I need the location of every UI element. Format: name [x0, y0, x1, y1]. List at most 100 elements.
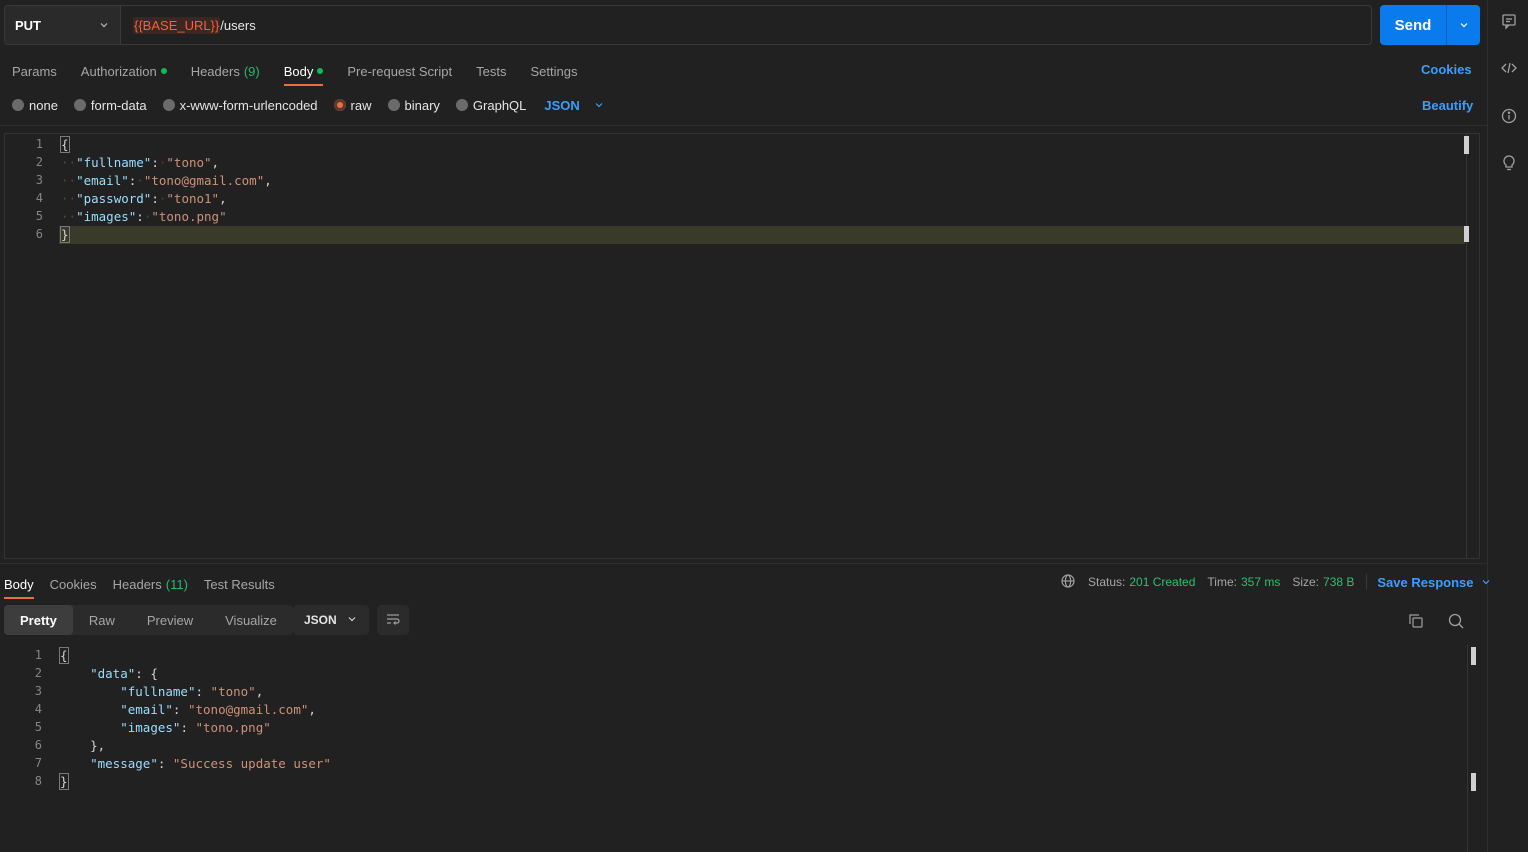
copy-icon[interactable]	[1407, 612, 1425, 630]
radio-graphql[interactable]: GraphQL	[455, 98, 526, 113]
response-tab-body[interactable]: Body	[4, 571, 34, 599]
tab-authorization[interactable]: Authorization	[81, 58, 167, 84]
response-tab-headers[interactable]: Headers (11)	[113, 571, 188, 597]
response-status-bar: Status: 201 Created Time: 357 ms Size: 738 …	[1060, 573, 1491, 591]
code-line: }	[60, 226, 70, 243]
code-line: "message": "Success update user"	[90, 756, 331, 771]
tab-tests[interactable]: Tests	[476, 58, 506, 84]
radio-circle	[162, 99, 175, 111]
comment-icon[interactable]	[1500, 12, 1518, 30]
line-number: 5	[35, 209, 43, 223]
cookies-link[interactable]: Cookies	[1421, 62, 1472, 77]
response-tab-cookies[interactable]: Cookies	[50, 571, 97, 597]
json-trail: ,	[308, 702, 316, 717]
json-trail: ,	[264, 173, 272, 188]
chevron-down-icon	[347, 613, 357, 627]
right-sidebar	[1487, 0, 1528, 852]
line-number: 5	[34, 720, 42, 734]
view-mode-preview[interactable]: Preview	[131, 605, 209, 635]
radio-label: x-www-form-urlencoded	[179, 97, 318, 113]
radio-none[interactable]: none	[12, 98, 58, 113]
json-value: "Success update user"	[172, 756, 331, 771]
line-number: 1	[35, 137, 43, 151]
response-format-select[interactable]: JSON	[293, 605, 369, 635]
scrollbar-marker	[1471, 773, 1476, 791]
tab-settings[interactable]: Settings	[530, 58, 577, 84]
view-mode-visualize[interactable]: Visualize	[209, 605, 293, 635]
line-number: 4	[35, 191, 43, 205]
tab-headers[interactable]: Headers (9)	[191, 58, 260, 84]
time-value[interactable]: 357 ms	[1241, 575, 1280, 589]
method-select[interactable]: PUT	[5, 6, 121, 44]
status-label: Status:	[1088, 575, 1126, 589]
view-mode-pretty[interactable]: Pretty	[4, 605, 73, 635]
radio-x-www-form-urlencoded[interactable]: x-www-form-urlencoded	[162, 97, 318, 113]
response-tab-test-results[interactable]: Test Results	[204, 571, 275, 597]
tab-label: Params	[12, 63, 57, 79]
beautify-button[interactable]: Beautify	[1422, 98, 1473, 113]
json-key: "email"	[120, 702, 173, 717]
info-icon[interactable]	[1500, 107, 1518, 125]
size-label: Size:	[1292, 575, 1320, 589]
language-label: JSON	[544, 97, 580, 113]
body-language-select[interactable]: JSON	[544, 98, 603, 113]
code-line: ··"images":·"tono.png"	[61, 209, 227, 224]
send-button[interactable]: Send	[1380, 5, 1447, 45]
line-number: 6	[35, 227, 43, 241]
radio-circle	[12, 99, 24, 111]
response-body-viewer[interactable]: 1 2 3 4 5 6 7 8 { "data": { "fullname": …	[4, 645, 1480, 852]
send-options-button[interactable]	[1447, 5, 1480, 45]
viewer-scrollbar[interactable]	[1467, 645, 1468, 852]
scrollbar-thumb[interactable]	[1471, 647, 1476, 665]
close-brace: }	[59, 773, 69, 790]
tab-label: Body	[283, 63, 314, 79]
url-bar: PUT {{BASE_URL}}/users	[4, 5, 1372, 45]
divider	[0, 563, 1487, 564]
chevron-down-icon	[1459, 18, 1469, 33]
open-brace: {	[60, 136, 70, 153]
code-line: "images": "tono.png"	[120, 720, 271, 735]
tab-body[interactable]: Body	[283, 58, 324, 86]
globe-icon[interactable]	[1060, 573, 1076, 592]
radio-form-data[interactable]: form-data	[73, 97, 147, 113]
json-trail: ,	[219, 191, 227, 206]
tab-label: Headers	[112, 576, 162, 592]
radio-raw[interactable]: raw	[333, 98, 372, 113]
wrap-lines-icon	[385, 611, 401, 630]
tab-pre-request-script[interactable]: Pre-request Script	[347, 58, 452, 84]
code-line: "fullname": "tono",	[120, 684, 264, 699]
radio-binary[interactable]: binary	[387, 98, 440, 113]
status-value[interactable]: 201 Created	[1129, 575, 1195, 589]
radio-label: none	[29, 97, 58, 113]
code-line: {	[59, 647, 69, 664]
json-key: "data"	[90, 666, 136, 681]
headers-count: (9)	[243, 63, 260, 79]
body-indicator-dot	[317, 68, 324, 74]
tab-label: Test Results	[203, 576, 275, 592]
json-trail: ,	[255, 684, 264, 699]
json-key: "email"	[76, 173, 129, 188]
scrollbar-thumb[interactable]	[1464, 136, 1469, 154]
view-mode-toggle: Pretty Raw Preview Visualize	[4, 605, 293, 635]
code-line: }	[59, 773, 69, 790]
radio-label: form-data	[90, 97, 147, 113]
tab-params[interactable]: Params	[12, 58, 57, 84]
wrap-lines-button[interactable]	[377, 605, 409, 635]
json-value: "tono.png"	[195, 720, 271, 735]
json-value: "tono.png"	[151, 209, 227, 224]
request-body-editor[interactable]: 1 2 3 4 5 6 { ··"fullname":·"tono", ··"e…	[4, 133, 1480, 559]
editor-scrollbar[interactable]	[1466, 134, 1467, 558]
tab-label: Cookies	[49, 576, 97, 592]
code-icon[interactable]	[1500, 59, 1518, 77]
line-number: 1	[34, 648, 42, 662]
view-mode-raw[interactable]: Raw	[73, 605, 131, 635]
save-response-button[interactable]: Save Response	[1377, 575, 1491, 590]
format-label: JSON	[304, 613, 337, 627]
url-input[interactable]: {{BASE_URL}}/users	[121, 6, 1371, 44]
search-icon[interactable]	[1447, 612, 1465, 630]
size-value[interactable]: 738 B	[1323, 575, 1354, 589]
lightbulb-icon[interactable]	[1500, 154, 1518, 172]
radio-circle-selected	[333, 99, 346, 111]
json-trail: ,	[211, 155, 220, 170]
url-variable: {{BASE_URL}}	[133, 16, 221, 34]
